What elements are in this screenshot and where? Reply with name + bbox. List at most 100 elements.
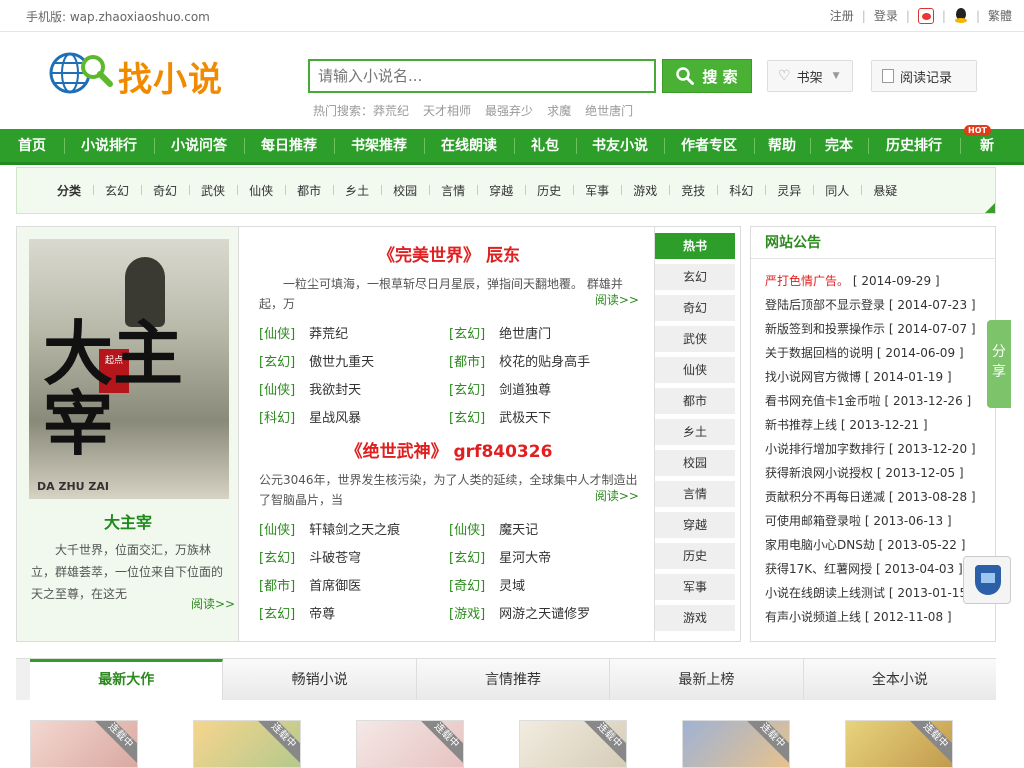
hot-search-term[interactable]: 绝世唐门 — [585, 102, 633, 119]
weibo-icon[interactable] — [917, 7, 934, 24]
nav-item-help[interactable]: 帮助 — [754, 128, 810, 164]
book-entry[interactable]: [玄幻] 星河大帝 — [449, 550, 639, 568]
book-entry[interactable]: [仙侠] 轩辕剑之天之痕 — [259, 522, 449, 540]
book-entry[interactable]: [玄幻] 绝世唐门 — [449, 326, 639, 344]
notice-item[interactable]: 看书网充值卡1金币啦 [ 2013-12-26 ] — [765, 389, 995, 413]
notice-item[interactable]: 获得17K、红薯网授 [ 2013-04-03 ] — [765, 557, 995, 581]
notice-item[interactable]: 严打色情广告。 [ 2014-09-29 ] — [765, 269, 995, 293]
book-thumbnail[interactable]: 连载中 — [682, 720, 790, 768]
bookshelf-button[interactable]: ♡ 书架 ▼ — [767, 60, 853, 92]
book-thumbnail[interactable]: 连载中 — [356, 720, 464, 768]
nav-item-audio[interactable]: 在线朗读 — [424, 128, 514, 164]
tab-category[interactable]: 武侠 — [655, 326, 735, 352]
category-item[interactable]: 穿越 — [477, 182, 525, 199]
book-entry[interactable]: [仙侠] 魔天记 — [449, 522, 639, 540]
notice-item[interactable]: 家用电脑小心DNS劫 [ 2013-05-22 ] — [765, 533, 995, 557]
tab-category[interactable]: 军事 — [655, 574, 735, 600]
tab-category[interactable]: 仙侠 — [655, 357, 735, 383]
category-item[interactable]: 历史 — [525, 182, 573, 199]
tab-category[interactable]: 奇幻 — [655, 295, 735, 321]
category-item[interactable]: 悬疑 — [861, 182, 909, 199]
book-entry[interactable]: [游戏] 网游之天谴修罗 — [449, 606, 639, 624]
book-entry[interactable]: [仙侠] 莽荒纪 — [259, 326, 449, 344]
book-thumbnail[interactable]: 连载中 — [845, 720, 953, 768]
book-entry[interactable]: [奇幻] 灵域 — [449, 578, 639, 596]
category-item[interactable]: 游戏 — [621, 182, 669, 199]
book-entry[interactable]: [玄幻] 武极天下 — [449, 410, 639, 428]
tab-category[interactable]: 游戏 — [655, 605, 735, 631]
section-readmore-link[interactable]: 阅读>> — [595, 291, 639, 308]
search-button[interactable]: 搜 索 — [662, 59, 752, 93]
category-item[interactable]: 仙侠 — [237, 182, 285, 199]
notice-item[interactable]: 有声小说频道上线 [ 2012-11-08 ] — [765, 605, 995, 629]
book-thumbnail[interactable]: 连载中 — [519, 720, 627, 768]
category-item[interactable]: 玄幻 — [93, 182, 141, 199]
nav-item-shelf-rec[interactable]: 书架推荐 — [334, 128, 424, 164]
book-thumbnail[interactable]: 连载中 — [193, 720, 301, 768]
book-thumbnail[interactable]: 连载中 — [30, 720, 138, 768]
tab-new-ranked[interactable]: 最新上榜 — [610, 659, 804, 700]
category-item[interactable]: 科幻 — [717, 182, 765, 199]
tab-category[interactable]: 玄幻 — [655, 264, 735, 290]
category-item[interactable]: 校园 — [381, 182, 429, 199]
category-item[interactable]: 武侠 — [189, 182, 237, 199]
notice-item[interactable]: 小说在线朗读上线测试 [ 2013-01-15 ] — [765, 581, 995, 605]
book-cover[interactable]: 起点 大主宰 DA ZHU ZAI — [29, 239, 229, 499]
tab-category[interactable]: 历史 — [655, 543, 735, 569]
section-title[interactable]: 《完美世界》 辰东 — [245, 241, 653, 266]
category-item[interactable]: 乡土 — [333, 182, 381, 199]
share-button[interactable]: 分享 — [987, 320, 1011, 408]
notice-item[interactable]: 新版签到和投票操作示 [ 2014-07-07 ] — [765, 317, 995, 341]
book-entry[interactable]: [玄幻] 傲世九重天 — [259, 354, 449, 372]
category-item[interactable]: 灵异 — [765, 182, 813, 199]
tab-category[interactable]: 校园 — [655, 450, 735, 476]
tab-romance[interactable]: 言情推荐 — [416, 659, 611, 700]
hot-search-term[interactable]: 天才相师 — [423, 102, 471, 119]
tab-bestseller[interactable]: 畅销小说 — [223, 659, 417, 700]
notice-item[interactable]: 获得新浪网小说授权 [ 2013-12-05 ] — [765, 461, 995, 485]
book-entry[interactable]: [都市] 首席御医 — [259, 578, 449, 596]
nav-item-ranking[interactable]: 小说排行 — [64, 128, 154, 164]
book-entry[interactable]: [玄幻] 斗破苍穹 — [259, 550, 449, 568]
register-link[interactable]: 注册 — [830, 7, 854, 24]
login-link[interactable]: 登录 — [874, 7, 898, 24]
reading-history-button[interactable]: 阅读记录 — [871, 60, 977, 92]
category-item[interactable]: 言情 — [429, 182, 477, 199]
book-entry[interactable]: [都市] 校花的贴身高手 — [449, 354, 639, 372]
nav-item-history-rank[interactable]: 历史排行 — [868, 128, 960, 164]
book-entry[interactable]: [玄幻] 帝尊 — [259, 606, 449, 624]
qq-icon[interactable] — [954, 7, 968, 24]
mobile-version-link[interactable]: 手机版: wap.zhaoxiaoshuo.com — [26, 8, 210, 25]
section-title[interactable]: 《绝世武神》 grf840326 — [245, 437, 653, 462]
section-readmore-link[interactable]: 阅读>> — [595, 487, 639, 504]
traditional-chinese-link[interactable]: 繁體 — [988, 7, 1012, 24]
notice-item[interactable]: 找小说网官方微博 [ 2014-01-19 ] — [765, 365, 995, 389]
book-entry[interactable]: [仙侠] 我欲封天 — [259, 382, 449, 400]
category-item[interactable]: 都市 — [285, 182, 333, 199]
notice-item[interactable]: 关于数据回档的说明 [ 2014-06-09 ] — [765, 341, 995, 365]
featured-title[interactable]: 大主宰 — [17, 509, 239, 533]
tab-latest[interactable]: 最新大作 — [30, 659, 224, 700]
tab-category[interactable]: 言情 — [655, 481, 735, 507]
nav-item-daily[interactable]: 每日推荐 — [244, 128, 334, 164]
nav-item-gift[interactable]: 礼包 — [514, 128, 576, 164]
notice-item[interactable]: 登陆后顶部不显示登录 [ 2014-07-23 ] — [765, 293, 995, 317]
hot-search-term[interactable]: 最强弃少 — [485, 102, 533, 119]
hot-search-term[interactable]: 求魔 — [547, 102, 571, 119]
nav-item-reader-novels[interactable]: 书友小说 — [576, 128, 664, 164]
notice-item[interactable]: 可使用邮箱登录啦 [ 2013-06-13 ] — [765, 509, 995, 533]
book-entry[interactable]: [玄幻] 剑道独尊 — [449, 382, 639, 400]
tab-complete[interactable]: 全本小说 — [803, 659, 997, 700]
nav-item-completed[interactable]: 完本 — [810, 128, 868, 164]
notice-item[interactable]: 小说排行增加字数排行 [ 2013-12-20 ] — [765, 437, 995, 461]
nav-item-author[interactable]: 作者专区 — [664, 128, 754, 164]
category-item[interactable]: 军事 — [573, 182, 621, 199]
notice-item[interactable]: 贡献积分不再每日递减 [ 2013-08-28 ] — [765, 485, 995, 509]
tab-category[interactable]: 乡土 — [655, 419, 735, 445]
category-item[interactable]: 奇幻 — [141, 182, 189, 199]
nav-item-qa[interactable]: 小说问答 — [154, 128, 244, 164]
category-item[interactable]: 竞技 — [669, 182, 717, 199]
tab-hot[interactable]: 热书 — [655, 233, 735, 259]
category-item[interactable]: 同人 — [813, 182, 861, 199]
nav-item-home[interactable]: 首页 — [0, 128, 64, 164]
